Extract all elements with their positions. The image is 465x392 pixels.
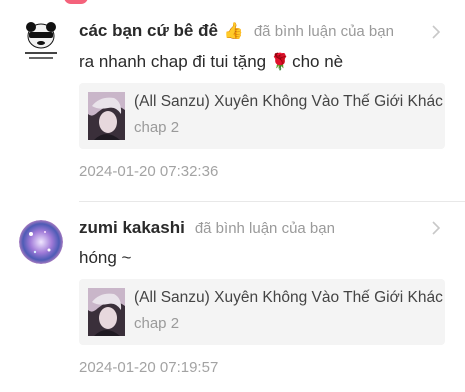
story-title: (All Sanzu) Xuyên Không Vào Thế Giới Khá… bbox=[134, 289, 443, 306]
story-card[interactable]: (All Sanzu) Xuyên Không Vào Thế Giới Khá… bbox=[79, 279, 445, 345]
comment-item[interactable]: zumi kakashi đã bình luận của bạn hóng ~… bbox=[0, 200, 465, 392]
rose-icon: 🌹 bbox=[270, 54, 291, 71]
avatar[interactable] bbox=[19, 220, 63, 264]
chapter-label: chap 2 bbox=[134, 119, 180, 136]
galaxy-avatar-icon bbox=[19, 220, 63, 264]
action-text: đã bình luận của bạn bbox=[253, 22, 394, 40]
chevron-right-icon[interactable] bbox=[430, 24, 442, 40]
avatar[interactable] bbox=[19, 20, 63, 64]
thumbs-up-icon: 👍 bbox=[223, 23, 244, 40]
comment-text: hóng ~ bbox=[79, 248, 132, 267]
story-cover-icon bbox=[88, 288, 125, 336]
comment-item[interactable]: các bạn cứ bê đê 👍 đã bình luận của bạn … bbox=[0, 0, 465, 200]
comment-text-suffix: cho nè bbox=[292, 52, 344, 71]
action-text: đã bình luận của bạn bbox=[194, 219, 335, 237]
username[interactable]: các bạn cứ bê đê bbox=[79, 21, 218, 41]
username[interactable]: zumi kakashi bbox=[79, 218, 185, 238]
timestamp: 2024-01-20 07:19:57 bbox=[79, 359, 219, 376]
panda-meme-icon bbox=[19, 20, 63, 64]
story-cover-icon bbox=[88, 92, 125, 140]
comment-text: ra nhanh chap đi tui tặng bbox=[79, 52, 267, 71]
story-card[interactable]: (All Sanzu) Xuyên Không Vào Thế Giới Khá… bbox=[79, 83, 445, 149]
chapter-label: chap 2 bbox=[134, 315, 180, 332]
timestamp: 2024-01-20 07:32:36 bbox=[79, 163, 219, 180]
story-title: (All Sanzu) Xuyên Không Vào Thế Giới Khá… bbox=[134, 93, 443, 110]
chevron-right-icon[interactable] bbox=[430, 220, 442, 236]
